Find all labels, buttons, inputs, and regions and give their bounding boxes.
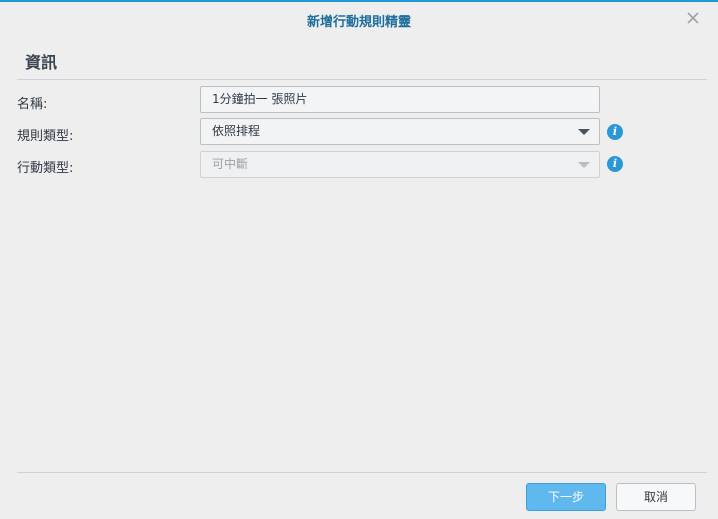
chevron-down-icon (578, 129, 590, 135)
rule-type-select[interactable]: 依照排程 (200, 118, 600, 145)
add-action-rule-wizard-dialog: 新增行動規則精靈 資訊 名稱: 1分鐘拍一 張照片 規則類型: 依照排程 i 行… (0, 0, 718, 519)
next-button[interactable]: 下一步 (526, 483, 606, 511)
action-type-value: 可中斷 (212, 157, 249, 171)
section-title: 資訊 (25, 53, 58, 72)
info-icon[interactable]: i (607, 124, 623, 140)
name-label: 名稱: (17, 97, 48, 112)
rule-type-label: 規則類型: (17, 129, 74, 144)
dialog-titlebar: 新增行動規則精靈 (0, 2, 718, 36)
section-divider (17, 79, 707, 80)
name-input[interactable]: 1分鐘拍一 張照片 (200, 86, 600, 113)
close-icon[interactable] (684, 9, 702, 27)
info-icon[interactable]: i (607, 156, 623, 172)
chevron-down-icon (578, 162, 590, 168)
dialog-title: 新增行動規則精靈 (306, 15, 411, 30)
name-input-value: 1分鐘拍一 張照片 (212, 92, 308, 106)
action-type-select: 可中斷 (200, 151, 600, 178)
action-type-label: 行動類型: (17, 161, 74, 176)
footer-divider (17, 472, 707, 473)
rule-type-value: 依照排程 (212, 124, 261, 138)
cancel-button[interactable]: 取消 (616, 483, 696, 511)
